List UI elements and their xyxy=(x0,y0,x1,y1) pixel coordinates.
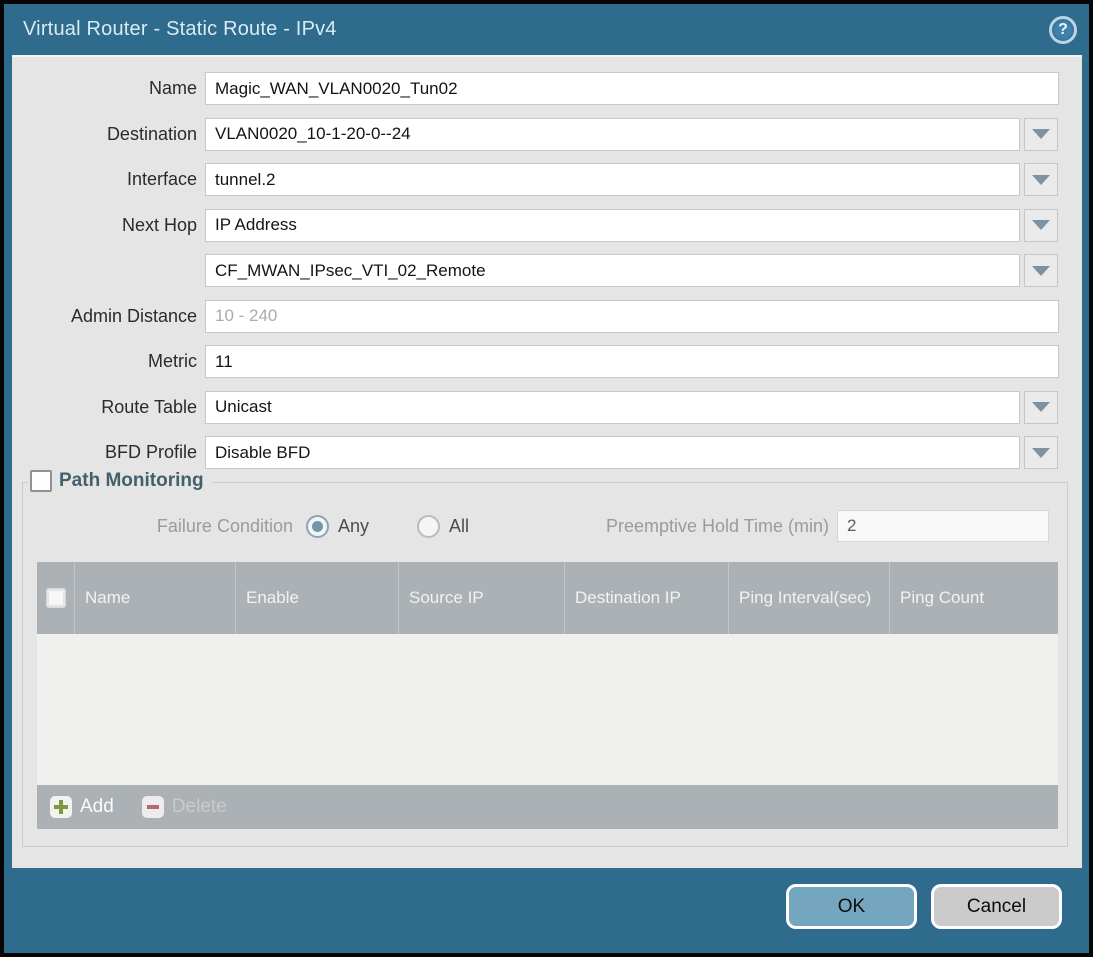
add-button-label: Add xyxy=(80,796,114,818)
preemptive-hold-time-input[interactable] xyxy=(837,510,1049,542)
form-row-route-table: Route Table xyxy=(12,391,1082,424)
column-header-ping-count[interactable]: Ping Count xyxy=(889,562,1058,634)
dialog-content: Name Destination Interface Next Hop Admi… xyxy=(12,55,1082,868)
next-hop-dropdown-button[interactable] xyxy=(1024,209,1058,242)
table-header-row: Name Enable Source IP Destination IP Pin… xyxy=(37,562,1058,634)
interface-input[interactable] xyxy=(205,163,1020,196)
admin-distance-label: Admin Distance xyxy=(12,306,205,327)
route-table-input[interactable] xyxy=(205,391,1020,424)
form-row-next-hop: Next Hop xyxy=(12,209,1082,242)
failure-condition-any-label: Any xyxy=(338,516,369,537)
next-hop-type-input[interactable] xyxy=(205,209,1020,242)
cancel-button[interactable]: Cancel xyxy=(931,884,1062,929)
metric-label: Metric xyxy=(12,351,205,372)
name-label: Name xyxy=(12,78,205,99)
delete-button-label: Delete xyxy=(172,796,227,818)
dialog-title: Virtual Router - Static Route - IPv4 xyxy=(23,18,337,41)
failure-condition-row: Failure Condition Any All Preemptive Hol… xyxy=(23,510,1067,543)
metric-input[interactable] xyxy=(205,345,1059,378)
failure-condition-label: Failure Condition xyxy=(23,516,306,537)
delete-button[interactable]: Delete xyxy=(142,796,227,818)
bfd-profile-label: BFD Profile xyxy=(12,442,205,463)
form-row-destination: Destination xyxy=(12,118,1082,151)
add-button[interactable]: Add xyxy=(50,796,114,818)
path-monitoring-checkbox[interactable] xyxy=(30,470,52,492)
chevron-down-icon xyxy=(1032,220,1050,230)
plus-icon xyxy=(50,796,72,818)
form-row-metric: Metric xyxy=(12,345,1082,378)
route-table-label: Route Table xyxy=(12,397,205,418)
path-monitoring-section: Path Monitoring Failure Condition Any Al… xyxy=(22,482,1068,847)
column-header-destination-ip[interactable]: Destination IP xyxy=(564,562,728,634)
column-header-name[interactable]: Name xyxy=(74,562,235,634)
title-bar: Virtual Router - Static Route - IPv4 ? xyxy=(4,4,1089,55)
chevron-down-icon xyxy=(1032,266,1050,276)
select-all-header-cell xyxy=(37,562,74,634)
radio-dot xyxy=(312,521,323,532)
bfd-profile-input[interactable] xyxy=(205,436,1020,469)
help-icon[interactable]: ? xyxy=(1049,16,1077,44)
destination-input[interactable] xyxy=(205,118,1020,151)
dialog-footer: OK Cancel xyxy=(786,884,1062,929)
dialog-window: Virtual Router - Static Route - IPv4 ? N… xyxy=(0,0,1093,957)
admin-distance-input[interactable] xyxy=(205,300,1059,333)
form-row-bfd-profile: BFD Profile xyxy=(12,436,1082,469)
form-row-next-hop-address xyxy=(12,254,1082,287)
chevron-down-icon xyxy=(1032,129,1050,139)
column-header-ping-interval[interactable]: Ping Interval(sec) xyxy=(728,562,889,634)
chevron-down-icon xyxy=(1032,448,1050,458)
failure-condition-any-radio[interactable] xyxy=(306,515,329,538)
next-hop-label: Next Hop xyxy=(12,215,205,236)
route-table-dropdown-button[interactable] xyxy=(1024,391,1058,424)
bfd-profile-dropdown-button[interactable] xyxy=(1024,436,1058,469)
form-row-interface: Interface xyxy=(12,163,1082,196)
minus-icon xyxy=(142,796,164,818)
column-header-enable[interactable]: Enable xyxy=(235,562,398,634)
next-hop-address-dropdown-button[interactable] xyxy=(1024,254,1058,287)
interface-dropdown-button[interactable] xyxy=(1024,163,1058,196)
preemptive-hold-time-label: Preemptive Hold Time (min) xyxy=(469,516,837,537)
next-hop-address-input[interactable] xyxy=(205,254,1020,287)
path-monitoring-title: Path Monitoring xyxy=(59,470,204,492)
form-row-name: Name xyxy=(12,72,1082,105)
failure-condition-all-radio[interactable] xyxy=(417,515,440,538)
ok-button[interactable]: OK xyxy=(786,884,917,929)
table-footer-bar: Add Delete xyxy=(37,785,1058,829)
form-row-admin-distance: Admin Distance xyxy=(12,300,1082,333)
path-monitoring-legend: Path Monitoring xyxy=(28,470,212,492)
chevron-down-icon xyxy=(1032,175,1050,185)
chevron-down-icon xyxy=(1032,402,1050,412)
select-all-checkbox[interactable] xyxy=(46,588,66,608)
table-body-empty xyxy=(37,634,1058,785)
column-header-source-ip[interactable]: Source IP xyxy=(398,562,564,634)
destination-label: Destination xyxy=(12,124,205,145)
path-monitoring-table: Name Enable Source IP Destination IP Pin… xyxy=(37,562,1058,829)
name-input[interactable] xyxy=(205,72,1059,105)
interface-label: Interface xyxy=(12,169,205,190)
destination-dropdown-button[interactable] xyxy=(1024,118,1058,151)
failure-condition-all-label: All xyxy=(449,516,469,537)
